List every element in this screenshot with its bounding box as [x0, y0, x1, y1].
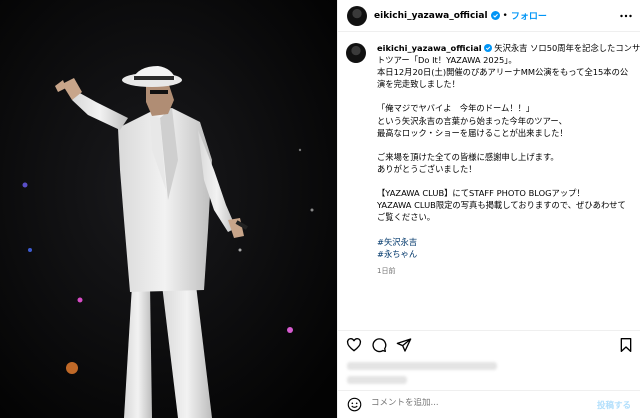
caption-body: eikichi_yazawa_official 矢沢永吉 ソロ50周年を記念した…	[377, 42, 640, 277]
likes-summary-blurred	[347, 362, 497, 370]
post-photo[interactable]	[0, 0, 337, 418]
caption-line: トツアー「Do It！YAZAWA 2025」。	[377, 55, 517, 66]
caption-line	[377, 139, 633, 151]
post-detail-panel: eikichi_yazawa_official • フォロー eikichi_y…	[337, 0, 640, 418]
caption-line: ご来場を頂けた全ての皆様に感謝申し上げます。	[377, 151, 559, 162]
follow-button[interactable]: フォロー	[511, 9, 547, 22]
comment-bar: 投稿する	[338, 390, 640, 418]
comment-input[interactable]	[371, 398, 591, 408]
performer-image	[0, 0, 337, 418]
post-caption: eikichi_yazawa_official 矢沢永吉 ソロ50周年を記念した…	[346, 42, 640, 277]
caption-line	[377, 223, 633, 235]
heart-icon[interactable]	[346, 337, 362, 353]
hashtag-link[interactable]: #矢沢永吉	[377, 236, 633, 248]
verified-badge-icon	[490, 11, 500, 20]
caption-line: 【YAZAWA CLUB】にてSTAFF PHOTO BLOGアップ！	[377, 188, 585, 199]
caption-line: ご覧ください。	[377, 212, 436, 223]
action-bar	[338, 330, 640, 354]
caption-line: 矢沢永吉 ソロ50周年を記念したコンサー	[491, 43, 640, 53]
post-comment-button[interactable]: 投稿する	[597, 399, 631, 411]
separator-dot: •	[502, 10, 508, 21]
comment-icon[interactable]	[371, 337, 387, 353]
caption-line: 本日12月20日(土)開催のぴあアリーナMM公演をもって全15本の公	[377, 67, 629, 78]
account-username[interactable]: eikichi_yazawa_official	[374, 11, 488, 21]
caption-line: YAZAWA CLUB限定の写真も掲載しておりますので、ぜひあわせて	[377, 200, 626, 211]
post-header: eikichi_yazawa_official • フォロー	[338, 0, 640, 32]
hashtag-link[interactable]: #永ちゃん	[377, 248, 633, 260]
bookmark-icon[interactable]	[618, 337, 634, 353]
caption-line: 「俺マジでヤバイよ 今年のドーム！！」	[377, 103, 535, 114]
verified-badge-icon	[483, 44, 492, 52]
caption-username[interactable]: eikichi_yazawa_official	[377, 43, 482, 53]
post-timestamp[interactable]: 1日前	[377, 265, 633, 277]
post-date-blurred	[347, 376, 407, 384]
more-options-icon[interactable]	[619, 9, 633, 23]
caption-line: 最高なロック・ショーを届けることが出来ました！	[377, 127, 568, 138]
caption-line: という矢沢永吉の言葉から始まった今年のツアー、	[377, 115, 567, 126]
caption-line: 演を完走致しました！	[377, 79, 460, 90]
share-icon[interactable]	[396, 337, 412, 353]
avatar[interactable]	[347, 5, 367, 26]
emoji-icon[interactable]	[347, 397, 362, 412]
caption-avatar[interactable]	[346, 43, 366, 63]
caption-line	[377, 175, 633, 187]
caption-line: ありがとうございました！	[377, 163, 477, 174]
caption-line	[377, 90, 633, 102]
